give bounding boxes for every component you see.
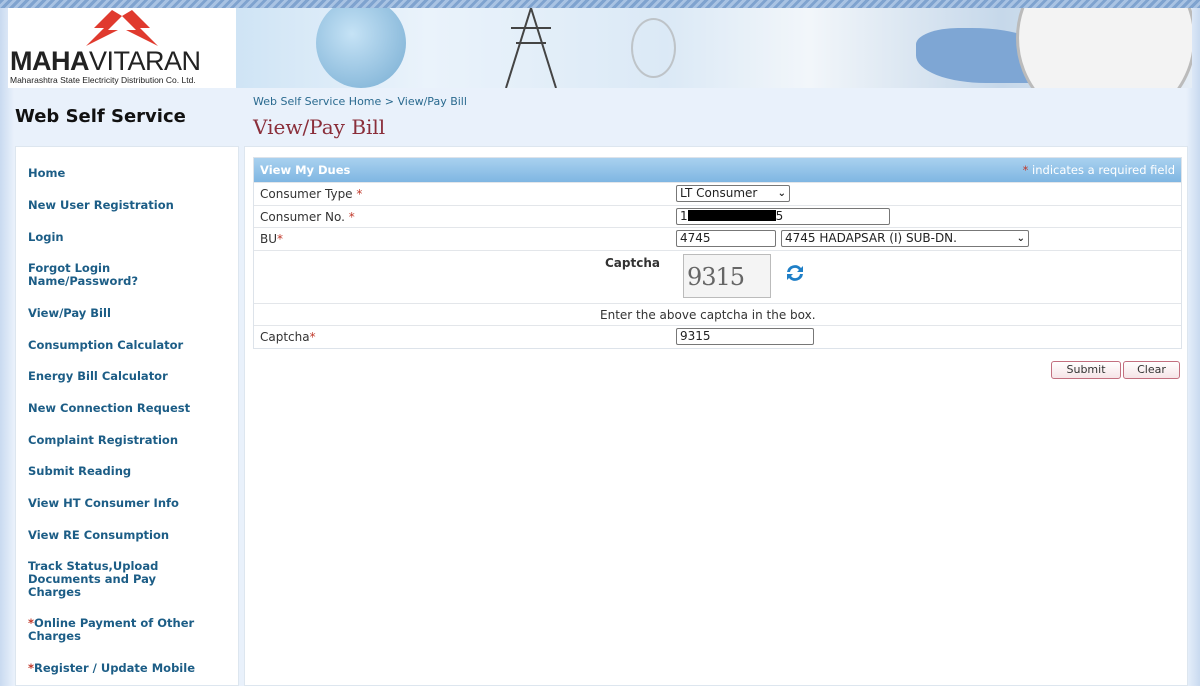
sidebar-item-view-ht-consumer-info[interactable]: View HT Consumer Info: [28, 497, 233, 510]
captcha-image: 9315: [683, 253, 771, 298]
sidebar-item-complaint-registration[interactable]: Complaint Registration: [28, 434, 233, 447]
chevron-down-icon: ⌄: [1016, 233, 1025, 244]
captcha-input-row: Captcha* 9315: [254, 325, 1181, 348]
sidebar-item-online-payment-other-charges[interactable]: *Online Payment of Other Charges: [28, 617, 233, 643]
sidebar-item-track-status[interactable]: Track Status,Upload Documents and Pay Ch…: [28, 560, 188, 599]
captcha-label: Captcha*: [260, 330, 316, 344]
chevron-down-icon: ⌄: [777, 188, 786, 199]
consumer-type-row: Consumer Type * LT Consumer ⌄: [254, 182, 1181, 205]
clear-button[interactable]: Clear: [1123, 361, 1180, 379]
view-my-dues-form: View My Dues * indicates a required fiel…: [253, 157, 1182, 349]
refresh-captcha-icon[interactable]: [784, 263, 806, 283]
sidebar-nav: Home New User Registration Login Forgot …: [15, 146, 239, 686]
lightning-bolt-icon: [86, 10, 158, 46]
sidebar-item-forgot-login[interactable]: Forgot Login Name/Password?: [28, 262, 158, 288]
sidebar-item-new-connection-request[interactable]: New Connection Request: [28, 402, 233, 415]
captcha-hint-row: Enter the above captcha in the box.: [254, 302, 1181, 326]
sidebar-item-home[interactable]: Home: [28, 167, 233, 180]
consumer-type-label: Consumer Type *: [260, 187, 363, 201]
sidebar-item-register-update-mobile[interactable]: *Register / Update Mobile: [28, 662, 233, 675]
bu-label: BU*: [260, 232, 284, 246]
captcha-input[interactable]: 9315: [676, 328, 814, 345]
captcha-heading: Captcha: [605, 255, 660, 270]
sidebar-item-consumption-calculator[interactable]: Consumption Calculator: [28, 339, 233, 352]
main-content: View My Dues * indicates a required fiel…: [244, 146, 1188, 686]
sidebar-item-login[interactable]: Login: [28, 231, 233, 244]
form-title: View My Dues: [260, 163, 351, 177]
sidebar-item-label: Online Payment of Other Charges: [28, 616, 195, 643]
header: MAHAVITARAN Maharashtra State Electricit…: [8, 8, 1192, 88]
required-note: * indicates a required field: [1022, 163, 1175, 177]
sidebar-item-energy-bill-calculator[interactable]: Energy Bill Calculator: [28, 370, 233, 383]
site-title: Web Self Service: [15, 106, 186, 127]
consumer-no-label: Consumer No. *: [260, 209, 355, 224]
bu-select[interactable]: 4745 HADAPSAR (I) SUB-DN. ⌄: [781, 230, 1029, 247]
consumer-type-select[interactable]: LT Consumer ⌄: [676, 185, 790, 202]
captcha-hint: Enter the above captcha in the box.: [600, 307, 816, 322]
sidebar-item-view-re-consumption[interactable]: View RE Consumption: [28, 529, 233, 542]
bu-row: BU* 4745 4745 HADAPSAR (I) SUB-DN. ⌄: [254, 227, 1181, 250]
top-stripe: [0, 0, 1200, 8]
page-title: View/Pay Bill: [253, 115, 386, 139]
bu-code-input[interactable]: 4745: [676, 230, 776, 247]
sidebar-item-new-user-registration[interactable]: New User Registration: [28, 199, 233, 212]
sidebar-item-label: Register / Update Mobile: [34, 661, 195, 675]
breadcrumb[interactable]: Web Self Service Home > View/Pay Bill: [253, 95, 467, 108]
sidebar-item-submit-reading[interactable]: Submit Reading: [28, 465, 233, 478]
logo-name: MAHAVITARAN: [10, 46, 201, 76]
submit-button[interactable]: Submit: [1051, 361, 1121, 379]
header-banner-image: [236, 8, 1192, 88]
sidebar-item-view-pay-bill[interactable]: View/Pay Bill: [28, 307, 233, 320]
captcha-image-row: Captcha 9315: [254, 249, 1181, 303]
redaction-bar: [687, 209, 776, 221]
logo-tagline: Maharashtra State Electricity Distributi…: [10, 75, 196, 85]
form-header: View My Dues * indicates a required fiel…: [254, 158, 1181, 182]
consumer-no-input[interactable]: 15: [676, 207, 890, 225]
consumer-no-row: Consumer No. * 15: [254, 204, 1181, 228]
mahavitaran-logo: MAHAVITARAN Maharashtra State Electricit…: [8, 8, 236, 88]
